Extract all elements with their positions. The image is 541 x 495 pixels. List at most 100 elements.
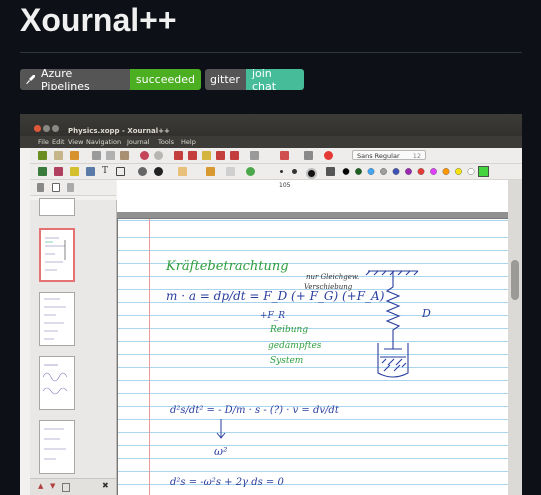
hand-icon[interactable] xyxy=(206,167,215,176)
document-canvas[interactable]: 105 Kräftebetrachtung m · a = dp/dt = F_… xyxy=(117,180,508,495)
previous-page-icon[interactable] xyxy=(188,151,197,160)
pen-icon[interactable] xyxy=(38,167,47,176)
azure-pipelines-badge[interactable]: Azure Pipelines succeeded xyxy=(20,69,201,90)
fill-icon[interactable] xyxy=(326,167,335,176)
color-swatch[interactable] xyxy=(380,168,387,175)
menu-bar: File Edit View Navigation Journal Tools … xyxy=(20,136,522,148)
select-icon[interactable] xyxy=(138,167,147,176)
move-page-down-icon[interactable]: ▼ xyxy=(50,482,55,490)
delete-page-icon[interactable] xyxy=(280,151,289,160)
highlighter-icon[interactable] xyxy=(70,167,79,176)
color-swatch[interactable] xyxy=(417,168,425,175)
xournal-screenshot: Physics.xopp - Xournal++ File Edit View … xyxy=(20,114,522,495)
goto-page-icon[interactable] xyxy=(202,151,211,160)
gitter-badge[interactable]: gitter join chat xyxy=(205,69,304,90)
azure-pipelines-icon xyxy=(25,74,36,85)
window-title: Physics.xopp - Xournal++ xyxy=(68,127,170,135)
minimize-window-icon[interactable] xyxy=(43,125,50,132)
close-window-icon[interactable] xyxy=(34,125,41,132)
sidebar-preview-icon[interactable] xyxy=(52,183,60,192)
toolbar-file: Sans Regular 12 xyxy=(30,148,522,164)
thumbnail-sketch xyxy=(45,237,66,271)
new-document-icon[interactable] xyxy=(38,151,47,160)
equation-damped: d²s = -ω²s + 2γ ds = 0 xyxy=(170,477,284,488)
image-icon[interactable] xyxy=(86,167,95,176)
copy-page-icon[interactable] xyxy=(62,483,70,492)
color-swatch[interactable] xyxy=(355,168,362,175)
fullscreen-icon[interactable] xyxy=(304,151,313,160)
menu-view[interactable]: View xyxy=(68,138,83,146)
color-swatch[interactable] xyxy=(430,168,437,175)
color-swatch-active[interactable] xyxy=(478,166,489,177)
thumbnail-sketch xyxy=(44,298,66,340)
color-palette xyxy=(342,166,489,177)
shape-icon[interactable] xyxy=(116,167,125,176)
scrollbar-thumb[interactable] xyxy=(511,260,519,300)
delete-page-icon[interactable]: ✖ xyxy=(102,481,109,490)
menu-file[interactable]: File xyxy=(38,138,49,146)
color-swatch[interactable] xyxy=(392,168,400,175)
open-file-icon[interactable] xyxy=(70,151,79,160)
font-size-label: 12 xyxy=(412,152,421,160)
note-heading: Kräftebetrachtung xyxy=(166,259,289,274)
record-icon[interactable] xyxy=(324,151,333,160)
next-page-icon[interactable] xyxy=(216,151,225,160)
spring-damper-sketch xyxy=(365,270,419,378)
thumbnail-sketch xyxy=(42,364,68,395)
fine-size-icon[interactable] xyxy=(280,170,283,173)
font-select[interactable]: Sans Regular 12 xyxy=(352,150,426,160)
undo-icon[interactable] xyxy=(140,151,149,160)
copy-icon[interactable] xyxy=(106,151,115,160)
menu-tools[interactable]: Tools xyxy=(158,138,174,146)
page-thumbnail[interactable] xyxy=(39,292,75,346)
page-layout-icon[interactable] xyxy=(250,151,259,160)
move-page-up-icon[interactable]: ▲ xyxy=(38,482,43,490)
redo-icon[interactable] xyxy=(154,151,163,160)
first-page-icon[interactable] xyxy=(174,151,183,160)
color-swatch[interactable] xyxy=(455,168,462,175)
cut-icon[interactable] xyxy=(92,151,101,160)
friction-note-1: Reibung xyxy=(270,325,309,335)
medium-size-icon[interactable] xyxy=(292,169,297,174)
text-tool-icon[interactable]: T xyxy=(102,167,111,176)
color-swatch[interactable] xyxy=(442,168,450,175)
page-thumbnail[interactable] xyxy=(39,420,75,474)
thick-size-icon[interactable] xyxy=(306,168,317,179)
omega-term: ω² xyxy=(214,445,228,458)
sidebar-layers-icon[interactable] xyxy=(67,183,74,192)
previous-page-bottom: 105 xyxy=(117,180,508,212)
badge-label: gitter xyxy=(205,69,246,90)
friction-note-3: System xyxy=(270,356,304,366)
color-swatch[interactable] xyxy=(405,168,412,175)
page-thumbnail[interactable] xyxy=(39,198,75,216)
page-sidebar xyxy=(30,198,117,495)
color-swatch[interactable] xyxy=(467,168,475,175)
vertical-space-icon[interactable] xyxy=(154,167,163,176)
font-family-label: Sans Regular xyxy=(357,152,400,160)
add-page-icon[interactable] xyxy=(54,151,63,160)
refresh-icon[interactable] xyxy=(246,167,255,176)
friction-force-term: +F_R xyxy=(260,311,286,321)
color-swatch[interactable] xyxy=(367,168,375,175)
page-thumbnail[interactable] xyxy=(39,356,75,410)
spring-constant-label: D xyxy=(422,307,431,320)
menu-journal[interactable]: Journal xyxy=(127,138,149,146)
equation-motion: d²s/dt² = - D/m · s - (?) · v = dv/dt xyxy=(170,405,339,416)
sidebar-pages-icon[interactable] xyxy=(37,183,44,192)
menu-navigation[interactable]: Navigation xyxy=(86,138,121,146)
dotted-line-icon[interactable] xyxy=(178,167,187,176)
sidebar-toolbar xyxy=(30,180,116,196)
menu-help[interactable]: Help xyxy=(181,138,196,146)
maximize-window-icon[interactable] xyxy=(52,125,59,132)
toolbar-tools: T xyxy=(30,164,522,180)
sidebar-page-controls: ▲ ▼ ✖ xyxy=(30,478,116,495)
menu-edit[interactable]: Edit xyxy=(52,138,65,146)
eraser-icon[interactable] xyxy=(54,167,63,176)
vertical-scrollbar[interactable] xyxy=(508,180,522,495)
thumbnail-sketch xyxy=(44,428,66,460)
paste-icon[interactable] xyxy=(120,151,129,160)
last-page-icon[interactable] xyxy=(230,151,239,160)
page-thumbnail-active[interactable] xyxy=(39,228,75,282)
color-swatch[interactable] xyxy=(342,168,350,175)
default-tool-icon[interactable] xyxy=(226,167,235,176)
